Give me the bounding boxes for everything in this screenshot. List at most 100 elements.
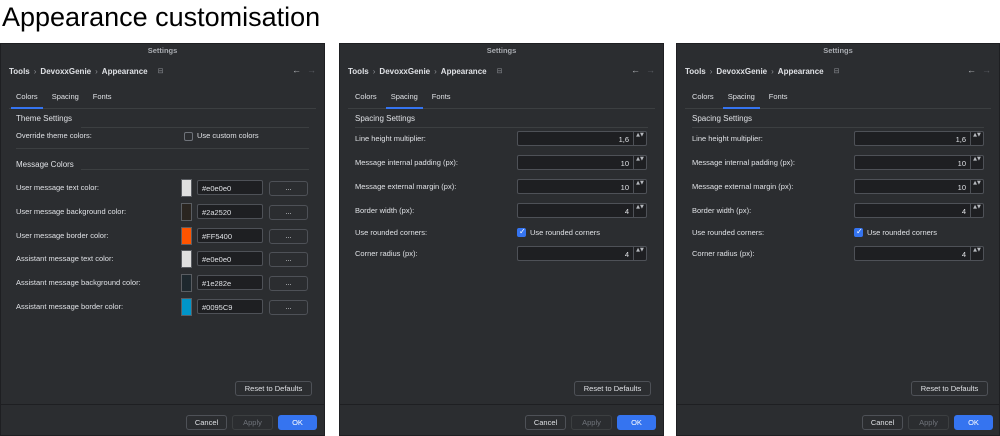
back-arrow-icon[interactable]: ← (292, 65, 301, 75)
color-picker-button[interactable]: ... (269, 181, 308, 196)
spinner-arrows-icon[interactable]: ▲▼ (970, 132, 983, 145)
color-picker-button[interactable]: ... (269, 229, 308, 244)
breadcrumb-tools[interactable]: Tools (685, 67, 706, 76)
color-swatch[interactable] (181, 250, 192, 268)
tab-colors[interactable]: Colors (9, 88, 45, 109)
internal-padding-spinner[interactable]: 10 ▲▼ (517, 155, 647, 170)
corner-radius-spinner[interactable]: 4 ▲▼ (517, 246, 647, 261)
spinner-arrows-icon[interactable]: ▲▼ (970, 247, 983, 260)
color-picker-button[interactable]: ... (269, 252, 308, 267)
rounded-corners-checkbox[interactable] (517, 227, 526, 237)
breadcrumb-tools[interactable]: Tools (9, 67, 30, 76)
breadcrumb-devoxxgenie[interactable]: DevoxxGenie (716, 67, 767, 76)
reset-defaults-button[interactable]: Reset to Defaults (911, 381, 988, 396)
tab-spacing[interactable]: Spacing (721, 88, 762, 109)
forward-arrow-icon[interactable]: → (646, 65, 655, 75)
color-hex-input[interactable]: #0095C9 (197, 299, 263, 314)
reset-defaults-button[interactable]: Reset to Defaults (235, 381, 312, 396)
line-height-value[interactable]: 1,6 (619, 135, 629, 144)
tab-fonts[interactable]: Fonts (425, 88, 458, 108)
color-picker-button[interactable]: ... (269, 205, 308, 220)
border-width-value[interactable]: 4 (962, 207, 966, 216)
color-hex-input[interactable]: #2a2520 (197, 204, 263, 219)
line-height-value[interactable]: 1,6 (956, 135, 966, 144)
color-hex-input[interactable]: #e0e0e0 (197, 251, 263, 266)
tab-fonts[interactable]: Fonts (762, 88, 795, 108)
line-height-spinner[interactable]: 1,6 ▲▼ (854, 131, 984, 146)
forward-arrow-icon[interactable]: → (307, 65, 316, 75)
color-swatch[interactable] (181, 203, 192, 221)
internal-padding-label: Message internal padding (px): (355, 158, 458, 167)
section-divider (81, 127, 309, 128)
color-picker-button[interactable]: ... (269, 300, 308, 315)
corner-radius-value[interactable]: 4 (625, 250, 629, 259)
border-width-label: Border width (px): (355, 206, 415, 215)
apply-button[interactable]: Apply (908, 415, 949, 430)
tab-colors[interactable]: Colors (685, 88, 721, 108)
external-margin-value[interactable]: 10 (621, 183, 629, 192)
breadcrumb-devoxxgenie[interactable]: DevoxxGenie (379, 67, 430, 76)
pin-icon[interactable]: ⊟ (497, 67, 503, 75)
color-hex-input[interactable]: #1e282e (197, 275, 263, 290)
color-row-label: User message border color: (16, 231, 109, 240)
spinner-arrows-icon[interactable]: ▲▼ (633, 247, 646, 260)
back-arrow-icon[interactable]: ← (631, 65, 640, 75)
spinner-arrows-icon[interactable]: ▲▼ (970, 204, 983, 217)
custom-colors-checkbox[interactable] (184, 132, 193, 141)
color-hex-input[interactable]: #FF5400 (197, 228, 263, 243)
ok-button[interactable]: OK (278, 415, 317, 430)
internal-padding-spinner[interactable]: 10 ▲▼ (854, 155, 984, 170)
color-swatch[interactable] (181, 227, 192, 245)
color-picker-button[interactable]: ... (269, 276, 308, 291)
color-hex-input[interactable]: #e0e0e0 (197, 180, 263, 195)
settings-dialog-colors: Settings Tools › DevoxxGenie › Appearanc… (0, 43, 325, 436)
external-margin-value[interactable]: 10 (958, 183, 966, 192)
ok-button[interactable]: OK (617, 415, 656, 430)
tab-spacing[interactable]: Spacing (384, 88, 425, 109)
rounded-corners-checkbox-label[interactable]: Use rounded corners (530, 228, 600, 237)
external-margin-spinner[interactable]: 10 ▲▼ (517, 179, 647, 194)
tab-fonts[interactable]: Fonts (86, 88, 119, 108)
corner-radius-label: Corner radius (px): (692, 249, 755, 258)
border-width-spinner[interactable]: 4 ▲▼ (517, 203, 647, 218)
corner-radius-spinner[interactable]: 4 ▲▼ (854, 246, 984, 261)
pin-icon[interactable]: ⊟ (834, 67, 840, 75)
color-swatch[interactable] (181, 298, 192, 316)
ok-button[interactable]: OK (954, 415, 993, 430)
border-width-spinner[interactable]: 4 ▲▼ (854, 203, 984, 218)
breadcrumb: Tools › DevoxxGenie › Appearance ⊟ (685, 65, 839, 77)
internal-padding-value[interactable]: 10 (958, 159, 966, 168)
rounded-corners-checkbox-label[interactable]: Use rounded corners (867, 228, 937, 237)
corner-radius-value[interactable]: 4 (962, 250, 966, 259)
apply-button[interactable]: Apply (232, 415, 273, 430)
breadcrumb-tools[interactable]: Tools (348, 67, 369, 76)
back-arrow-icon[interactable]: ← (967, 65, 976, 75)
spinner-arrows-icon[interactable]: ▲▼ (970, 156, 983, 169)
spinner-arrows-icon[interactable]: ▲▼ (970, 180, 983, 193)
tab-colors[interactable]: Colors (348, 88, 384, 108)
section-divider (355, 127, 648, 128)
apply-button[interactable]: Apply (571, 415, 612, 430)
custom-colors-checkbox-label[interactable]: Use custom colors (197, 131, 259, 140)
color-swatch[interactable] (181, 274, 192, 292)
spinner-arrows-icon[interactable]: ▲▼ (633, 132, 646, 145)
cancel-button[interactable]: Cancel (862, 415, 903, 430)
rounded-corners-checkbox[interactable] (854, 227, 863, 237)
breadcrumb-devoxxgenie[interactable]: DevoxxGenie (40, 67, 91, 76)
pin-icon[interactable]: ⊟ (158, 67, 164, 75)
external-margin-spinner[interactable]: 10 ▲▼ (854, 179, 984, 194)
border-width-value[interactable]: 4 (625, 207, 629, 216)
line-height-spinner[interactable]: 1,6 ▲▼ (517, 131, 647, 146)
cancel-button[interactable]: Cancel (525, 415, 566, 430)
color-swatch[interactable] (181, 179, 192, 197)
spinner-arrows-icon[interactable]: ▲▼ (633, 156, 646, 169)
spinner-arrows-icon[interactable]: ▲▼ (633, 180, 646, 193)
cancel-button[interactable]: Cancel (186, 415, 227, 430)
tab-spacing[interactable]: Spacing (45, 88, 86, 108)
window-title: Settings (486, 46, 517, 55)
reset-defaults-button[interactable]: Reset to Defaults (574, 381, 651, 396)
color-row-label: User message background color: (16, 207, 127, 216)
internal-padding-value[interactable]: 10 (621, 159, 629, 168)
forward-arrow-icon[interactable]: → (982, 65, 991, 75)
spinner-arrows-icon[interactable]: ▲▼ (633, 204, 646, 217)
